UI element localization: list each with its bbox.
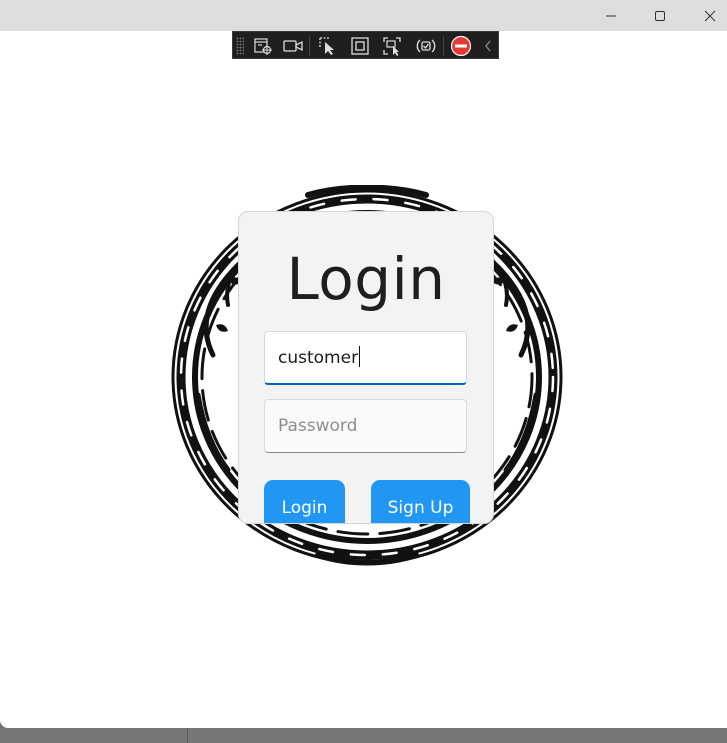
username-value: customer <box>278 348 359 368</box>
minimize-button[interactable] <box>588 0 634 31</box>
title-bar[interactable] <box>0 0 727 31</box>
login-card: Login customer Password Login Sign Up <box>238 211 494 524</box>
toolbar-separator <box>309 36 310 56</box>
text-caret <box>359 346 361 367</box>
password-placeholder: Password <box>278 416 358 436</box>
maximize-button[interactable] <box>637 0 683 31</box>
sign-up-button[interactable]: Sign Up <box>371 480 470 523</box>
close-icon <box>704 10 716 21</box>
toolbar-separator <box>443 36 444 56</box>
display-layout-adorners-icon[interactable] <box>348 34 372 58</box>
page-title: Login <box>286 245 446 313</box>
debug-toolbar <box>232 31 499 59</box>
close-button[interactable] <box>687 0 727 31</box>
password-field[interactable]: Password <box>264 399 467 453</box>
maximize-icon <box>655 10 665 21</box>
minimize-icon <box>606 15 616 16</box>
username-field[interactable]: customer <box>264 331 467 385</box>
video-icon[interactable] <box>281 34 305 58</box>
live-visual-tree-icon[interactable] <box>251 34 275 58</box>
select-element-icon[interactable] <box>316 34 340 58</box>
collapse-chevron-icon[interactable] <box>476 34 500 58</box>
desktop-background <box>0 728 727 743</box>
login-button[interactable]: Login <box>264 480 345 523</box>
toolbar-grip[interactable] <box>236 37 244 55</box>
taskbar-divider <box>187 728 188 743</box>
track-focus-icon[interactable] <box>380 34 404 58</box>
stop-icon[interactable] <box>449 34 473 58</box>
hot-reload-icon[interactable] <box>414 34 438 58</box>
app-window: Login customer Password Login Sign Up <box>0 0 727 728</box>
